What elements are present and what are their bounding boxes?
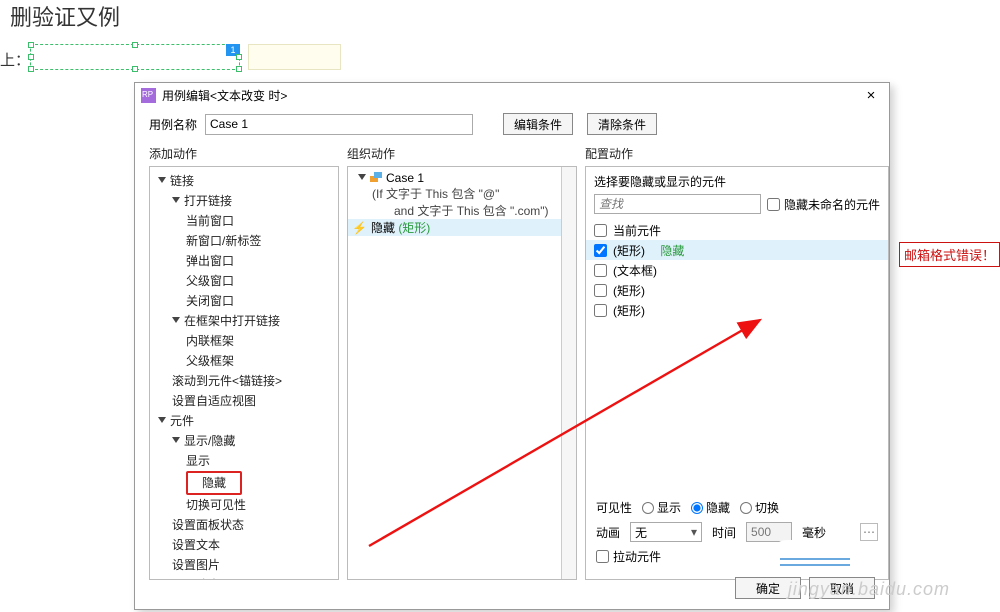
- case-name-label: 用例名称: [149, 116, 197, 133]
- animation-select[interactable]: 无: [630, 522, 702, 542]
- page-heading-fragment: 删验证又例: [10, 0, 120, 32]
- widget-row[interactable]: 当前元件: [586, 220, 888, 240]
- resize-handle[interactable]: [236, 54, 242, 60]
- more-options-icon[interactable]: ⋯: [860, 523, 878, 541]
- radio-hide[interactable]: 隐藏: [691, 499, 730, 516]
- tree-item[interactable]: 内联框架: [152, 331, 336, 351]
- case-icon: [370, 172, 382, 182]
- adjacent-widget[interactable]: [248, 44, 341, 70]
- radio-toggle[interactable]: 切换: [740, 499, 779, 516]
- widget-row[interactable]: (矩形): [586, 300, 888, 320]
- action-row-selected[interactable]: ⚡隐藏 (矩形): [348, 219, 576, 236]
- selected-widget-outline[interactable]: 1: [30, 44, 240, 70]
- resize-handle[interactable]: [28, 66, 34, 72]
- action-tree[interactable]: 链接 打开链接 当前窗口 新窗口/新标签 弹出窗口 父级窗口 关闭窗口 在框架中…: [150, 167, 338, 579]
- time-input[interactable]: [746, 522, 792, 542]
- time-label: 时间: [712, 524, 736, 541]
- tree-item[interactable]: 滚动到元件<锚链接>: [152, 371, 336, 391]
- time-unit: 毫秒: [802, 524, 826, 541]
- dialog-titlebar: 用例编辑<文本改变 时> ×: [135, 83, 889, 107]
- organize-action-panel: Case 1 (If 文字于 This 包含 "@" and 文字于 This …: [347, 166, 577, 580]
- organize-action-heading: 组织动作: [347, 145, 577, 166]
- radio-show[interactable]: 显示: [642, 499, 681, 516]
- resize-handle[interactable]: [132, 42, 138, 48]
- tree-item-hide[interactable]: 隐藏: [152, 471, 336, 495]
- tree-node-show-hide[interactable]: 显示/隐藏: [152, 431, 336, 451]
- case-editor-dialog: 用例编辑<文本改变 时> × 用例名称 编辑条件 清除条件 添加动作 链接 打开…: [134, 82, 890, 610]
- watermark-cloud-icon: [770, 540, 860, 574]
- widget-list: 当前元件 (矩形) 隐藏 (文本框) (矩形) (矩形): [586, 220, 888, 320]
- tree-node-links[interactable]: 链接: [152, 171, 336, 191]
- edit-condition-button[interactable]: 编辑条件: [503, 113, 573, 135]
- resize-handle[interactable]: [236, 66, 242, 72]
- resize-handle[interactable]: [132, 66, 138, 72]
- tree-item[interactable]: 当前窗口: [152, 211, 336, 231]
- dialog-title: 用例编辑<文本改变 时>: [162, 87, 859, 104]
- watermark-text: jingyan.baidu.com: [788, 579, 950, 600]
- field-label-fragment: 上：: [0, 49, 30, 70]
- tree-node-open-link[interactable]: 打开链接: [152, 191, 336, 211]
- case-name-input[interactable]: [205, 114, 473, 135]
- tree-item[interactable]: 关闭窗口: [152, 291, 336, 311]
- tree-node-open-in-frame[interactable]: 在框架中打开链接: [152, 311, 336, 331]
- clear-condition-button[interactable]: 清除条件: [587, 113, 657, 135]
- tree-item[interactable]: 弹出窗口: [152, 251, 336, 271]
- case-name-row: 用例名称 编辑条件 清除条件: [135, 107, 889, 145]
- error-callout: 邮箱格式错误！: [899, 242, 1000, 267]
- widget-row[interactable]: (矩形): [586, 280, 888, 300]
- widget-row-selected[interactable]: (矩形) 隐藏: [586, 240, 888, 260]
- configure-action-panel: 选择要隐藏或显示的元件 隐藏未命名的元件 当前元件 (矩形) 隐藏 (文本框) …: [585, 166, 889, 580]
- tree-item-show[interactable]: 显示: [152, 451, 336, 471]
- tree-item-toggle-visibility[interactable]: 切换可见性: [152, 495, 336, 515]
- add-action-panel: 链接 打开链接 当前窗口 新窗口/新标签 弹出窗口 父级窗口 关闭窗口 在框架中…: [149, 166, 339, 580]
- tree-item[interactable]: 设置图片: [152, 555, 336, 575]
- visibility-label: 可见性: [596, 499, 632, 516]
- pull-widgets-checkbox[interactable]: 拉动元件: [596, 548, 661, 565]
- app-icon: [141, 88, 156, 103]
- tree-item[interactable]: 新窗口/新标签: [152, 231, 336, 251]
- bolt-icon: ⚡: [352, 221, 367, 235]
- tree-item[interactable]: 父级框架: [152, 351, 336, 371]
- tree-node-widgets[interactable]: 元件: [152, 411, 336, 431]
- tree-item[interactable]: 设置自适应视图: [152, 391, 336, 411]
- organize-toolbar[interactable]: [561, 167, 576, 579]
- tree-item[interactable]: 设置选中: [152, 575, 336, 579]
- case-node[interactable]: Case 1: [352, 171, 572, 185]
- widget-search-input[interactable]: [594, 194, 761, 214]
- add-action-heading: 添加动作: [149, 145, 339, 166]
- resize-handle[interactable]: [28, 42, 34, 48]
- configure-action-heading: 配置动作: [585, 145, 889, 166]
- widget-row[interactable]: (文本框): [586, 260, 888, 280]
- close-button[interactable]: ×: [859, 87, 883, 104]
- pick-widgets-label: 选择要隐藏或显示的元件: [594, 173, 880, 190]
- condition-line: (If 文字于 This 包含 "@": [352, 185, 572, 202]
- resize-handle[interactable]: [28, 54, 34, 60]
- hide-unnamed-checkbox[interactable]: 隐藏未命名的元件: [767, 196, 880, 213]
- case-action-tree[interactable]: Case 1 (If 文字于 This 包含 "@" and 文字于 This …: [348, 167, 576, 240]
- animation-label: 动画: [596, 524, 620, 541]
- condition-line: and 文字于 This 包含 ".com"): [352, 202, 572, 219]
- tree-item[interactable]: 父级窗口: [152, 271, 336, 291]
- tree-item[interactable]: 设置文本: [152, 535, 336, 555]
- tree-item[interactable]: 设置面板状态: [152, 515, 336, 535]
